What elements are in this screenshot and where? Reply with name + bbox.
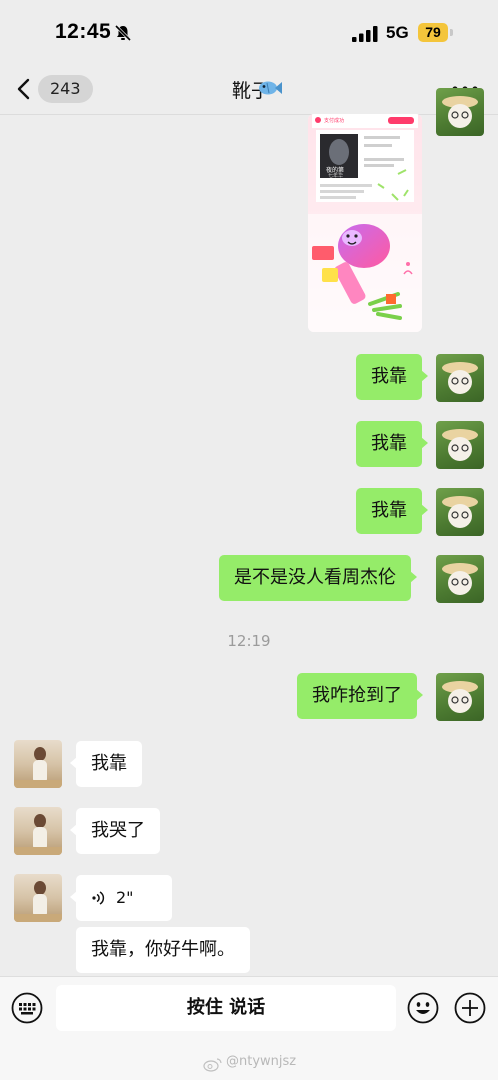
- my-avatar[interactable]: [436, 421, 484, 469]
- input-bar: 按住 说话 @ntywnjsz: [0, 976, 498, 1080]
- keyboard-icon[interactable]: [11, 992, 43, 1024]
- incoming-message[interactable]: 我靠: [70, 741, 142, 787]
- outgoing-message[interactable]: 是不是没人看周杰伦: [219, 555, 417, 601]
- my-avatar[interactable]: [436, 555, 484, 603]
- chat-screen: 12:45 5G 79 243 靴子 支付成功 夜的第 七年华 我靠 我靠 我靠…: [0, 0, 498, 1080]
- voice-duration: 2": [116, 888, 134, 907]
- my-avatar[interactable]: [436, 488, 484, 536]
- outgoing-message[interactable]: 我靠: [356, 488, 428, 534]
- voice-wave-icon: [92, 891, 105, 905]
- incoming-message[interactable]: 我哭了: [70, 808, 160, 854]
- emoji-icon[interactable]: [407, 992, 439, 1024]
- voice-message[interactable]: 2": [70, 875, 172, 921]
- ticket-screenshot-image: 支付成功 夜的第 七年华: [308, 114, 422, 332]
- my-avatar[interactable]: [436, 88, 484, 136]
- incoming-message[interactable]: 我靠，你好牛啊。: [76, 927, 250, 973]
- back-chevron-icon[interactable]: [14, 77, 34, 101]
- outgoing-message[interactable]: 我靠: [356, 421, 428, 467]
- battery-level: 79: [418, 23, 448, 42]
- message-timestamp: 12:19: [227, 632, 271, 650]
- battery-tip: [450, 29, 453, 36]
- contact-avatar[interactable]: [14, 874, 62, 922]
- my-avatar[interactable]: [436, 354, 484, 402]
- plus-icon[interactable]: [454, 992, 486, 1024]
- status-bar: 12:45 5G 79: [0, 0, 498, 64]
- chat-header: 243 靴子: [0, 64, 498, 115]
- fish-emoji-icon: [259, 81, 282, 95]
- outgoing-message[interactable]: 我咋抢到了: [297, 673, 423, 719]
- my-avatar[interactable]: [436, 673, 484, 721]
- hold-to-talk-button[interactable]: 按住 说话: [56, 985, 396, 1031]
- contact-avatar[interactable]: [14, 807, 62, 855]
- sticker-header: 支付成功: [324, 117, 344, 124]
- image-message[interactable]: 支付成功 夜的第 七年华: [308, 114, 422, 332]
- cellular-signal-icon: [352, 26, 378, 42]
- weibo-logo-icon: [203, 1058, 222, 1072]
- svg-text:七年华: 七年华: [328, 172, 343, 179]
- outgoing-message[interactable]: 我靠: [356, 354, 428, 400]
- watermark-text: @ntywnjsz: [226, 1054, 297, 1069]
- network-type: 5G: [386, 23, 409, 42]
- unread-count-badge[interactable]: 243: [38, 75, 93, 103]
- status-time: 12:45: [55, 20, 112, 43]
- contact-avatar[interactable]: [14, 740, 62, 788]
- bell-mute-icon: [114, 24, 132, 42]
